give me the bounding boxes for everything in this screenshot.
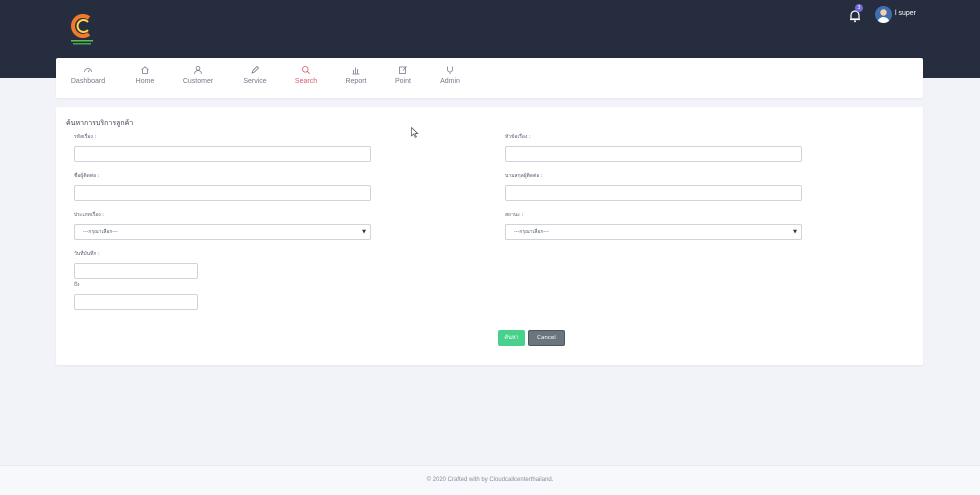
cancel-button[interactable]: Cancel bbox=[528, 330, 565, 346]
nav-item-report[interactable]: Report bbox=[343, 65, 369, 85]
main-navigation: Dashboard Home Customer Service Search R… bbox=[56, 58, 923, 98]
type-select[interactable]: ---กรุณาเลือก--- ▼ bbox=[74, 224, 371, 240]
search-button[interactable]: ค้นหา bbox=[498, 330, 525, 346]
user-name[interactable]: l super bbox=[895, 10, 916, 17]
page-title: ค้นหาการบริการลูกค้า bbox=[66, 119, 134, 127]
date-from-input[interactable] bbox=[74, 263, 198, 279]
date-from-label: วันที่บันทึก : bbox=[74, 251, 100, 257]
nav-item-dashboard[interactable]: Dashboard bbox=[68, 65, 108, 85]
shield-icon bbox=[447, 66, 453, 74]
user-icon bbox=[194, 65, 202, 75]
nav-label-search: Search bbox=[294, 78, 318, 85]
date-to-input[interactable] bbox=[74, 294, 198, 310]
type-select-value: ---กรุณาเลือก--- bbox=[83, 229, 118, 235]
avatar[interactable] bbox=[875, 6, 892, 23]
bar-chart-icon bbox=[352, 67, 360, 75]
nav-label-customer: Customer bbox=[182, 78, 214, 85]
footer: © 2020 Crafted with by Cloudcallcenterth… bbox=[0, 465, 980, 495]
contact-last-name-input[interactable] bbox=[505, 185, 802, 201]
user-avatar-icon bbox=[877, 9, 890, 23]
nav-label-service: Service bbox=[243, 78, 267, 85]
copyright-text: © 2020 Crafted with by Cloudcallcenterth… bbox=[426, 477, 554, 483]
chevron-down-icon: ▼ bbox=[793, 229, 797, 235]
ticket-no-input[interactable] bbox=[74, 146, 371, 162]
nav-label-home: Home bbox=[135, 78, 155, 85]
home-icon bbox=[141, 66, 149, 74]
status-label: สถานะ : bbox=[505, 212, 524, 218]
status-select[interactable]: ---กรุณาเลือก--- ▼ bbox=[505, 224, 802, 240]
status-select-value: ---กรุณาเลือก--- bbox=[514, 229, 549, 235]
gauge-icon bbox=[84, 68, 92, 73]
subject-label: หัวข้อเรื่อง : bbox=[505, 134, 531, 140]
contact-first-name-label: ชื่อผู้ติดต่อ : bbox=[74, 173, 100, 179]
nav-label-admin: Admin bbox=[440, 78, 460, 85]
subject-input[interactable] bbox=[505, 146, 802, 162]
company-logo[interactable] bbox=[69, 12, 97, 46]
date-to-label: ถึง bbox=[74, 282, 80, 288]
nav-item-service[interactable]: Service bbox=[241, 65, 269, 85]
mouse-cursor-icon bbox=[411, 127, 419, 138]
notification-badge: 3 bbox=[855, 4, 863, 12]
nav-item-point[interactable]: Point bbox=[393, 65, 413, 85]
ticket-no-label: รหัสเรื่อง : bbox=[74, 134, 97, 140]
edit-icon bbox=[399, 66, 407, 74]
type-label: ประเภทเรื่อง : bbox=[74, 212, 104, 218]
nav-item-customer[interactable]: Customer bbox=[180, 65, 216, 85]
search-icon bbox=[302, 66, 310, 74]
contact-last-name-label: นามสกุลผู้ติดต่อ : bbox=[505, 173, 543, 179]
nav-label-point: Point bbox=[395, 78, 411, 85]
nav-label-report: Report bbox=[345, 78, 367, 85]
contact-first-name-input[interactable] bbox=[74, 185, 371, 201]
nav-item-admin[interactable]: Admin bbox=[437, 65, 463, 85]
nav-label-dashboard: Dashboard bbox=[70, 78, 106, 85]
chevron-down-icon: ▼ bbox=[362, 229, 366, 235]
pen-icon bbox=[251, 65, 260, 74]
search-form-card: ค้นหาการบริการลูกค้า รหัสเรื่อง : หัวข้อ… bbox=[56, 107, 923, 365]
nav-item-search[interactable]: Search bbox=[293, 65, 319, 85]
nav-item-home[interactable]: Home bbox=[132, 65, 158, 85]
